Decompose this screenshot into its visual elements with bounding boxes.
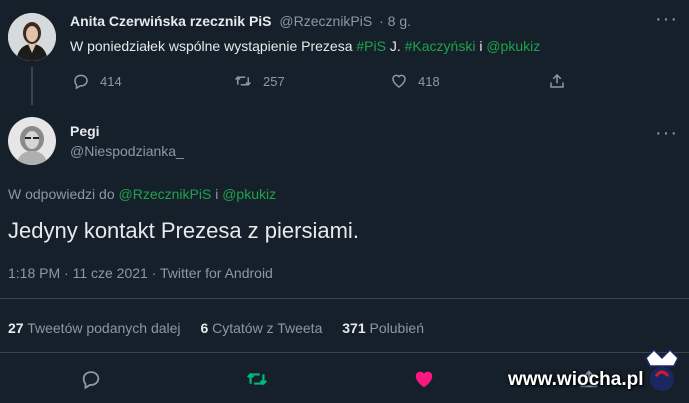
avatar-pegi[interactable] <box>8 117 56 165</box>
stat-likes[interactable]: 371 Polubień <box>342 320 424 336</box>
retweet-button[interactable] <box>245 368 269 395</box>
text-part: W poniedziałek wspólne wystąpienie Preze… <box>70 38 357 54</box>
reply-tweet-text: Jedyny kontakt Prezesa z piersiami. <box>8 218 359 243</box>
mention-rzecznikpis[interactable]: @RzecznikPiS <box>119 186 212 202</box>
divider <box>0 352 689 353</box>
share-button[interactable] <box>548 72 566 90</box>
stat-retweets-count: 27 <box>8 320 24 336</box>
reply-to-prefix: W odpowiedzi do <box>8 186 119 202</box>
text-part: i <box>475 38 487 54</box>
reply-icon <box>72 72 90 90</box>
stat-likes-label: Polubień <box>369 320 425 336</box>
stat-quotes-label: Cytatów z Tweeta <box>212 320 323 336</box>
stat-quotes-count: 6 <box>200 320 209 336</box>
heart-icon <box>390 72 408 90</box>
reply-count: 414 <box>100 73 122 89</box>
retweet-button[interactable]: 257 <box>233 72 285 90</box>
divider <box>0 298 689 299</box>
reply-author-handle[interactable]: @Niespodzianka_ <box>70 143 184 159</box>
stats-row: 27 Tweetów podanych dalej 6 Cytatów z Tw… <box>8 320 424 336</box>
retweet-count: 257 <box>263 73 285 89</box>
reply-button[interactable]: 414 <box>72 72 122 90</box>
retweet-icon <box>233 72 253 90</box>
retweet-icon <box>245 372 269 394</box>
mention-pkukiz[interactable]: @pkukiz <box>486 38 540 54</box>
more-icon[interactable]: ··· <box>655 9 678 29</box>
author-handle[interactable]: @RzecznikPiS <box>279 13 372 29</box>
more-icon[interactable]: ··· <box>655 123 678 143</box>
reply-to-join: i <box>211 186 223 202</box>
avatar-anita[interactable] <box>8 13 56 61</box>
share-icon <box>548 72 566 90</box>
parent-tweet-text: W poniedziałek wspólne wystąpienie Preze… <box>70 38 540 54</box>
reply-icon <box>80 371 102 394</box>
tweet-meta[interactable]: 1:18 PM · 11 cze 2021 · Twitter for Andr… <box>8 265 273 281</box>
watermark-logo <box>640 346 684 401</box>
reply-button[interactable] <box>80 368 102 395</box>
tweet-time[interactable]: · 8 g. <box>379 13 411 29</box>
like-button[interactable] <box>413 368 435 395</box>
reply-author-name[interactable]: Pegi <box>70 123 100 139</box>
stat-likes-count: 371 <box>342 320 366 336</box>
watermark: www.wiocha.pl <box>508 369 644 390</box>
stat-retweets[interactable]: 27 Tweetów podanych dalej <box>8 320 181 336</box>
hashtag-kaczynski[interactable]: #Kaczyński <box>405 38 476 54</box>
thread-line <box>31 67 33 105</box>
hashtag-pis[interactable]: #PiS <box>356 38 386 54</box>
parent-tweet-header: Anita Czerwińska rzecznik PiS @RzecznikP… <box>70 13 411 29</box>
text-part: J. <box>385 38 405 54</box>
reply-to-line: W odpowiedzi do @RzecznikPiS i @pkukiz <box>8 186 276 202</box>
stat-retweets-label: Tweetów podanych dalej <box>27 320 181 336</box>
mention-pkukiz[interactable]: @pkukiz <box>222 186 276 202</box>
stat-quotes[interactable]: 6 Cytatów z Tweeta <box>200 320 322 336</box>
author-name[interactable]: Anita Czerwińska rzecznik PiS <box>70 13 272 29</box>
like-count: 418 <box>418 73 440 89</box>
heart-icon <box>413 371 435 394</box>
like-button[interactable]: 418 <box>390 72 440 90</box>
